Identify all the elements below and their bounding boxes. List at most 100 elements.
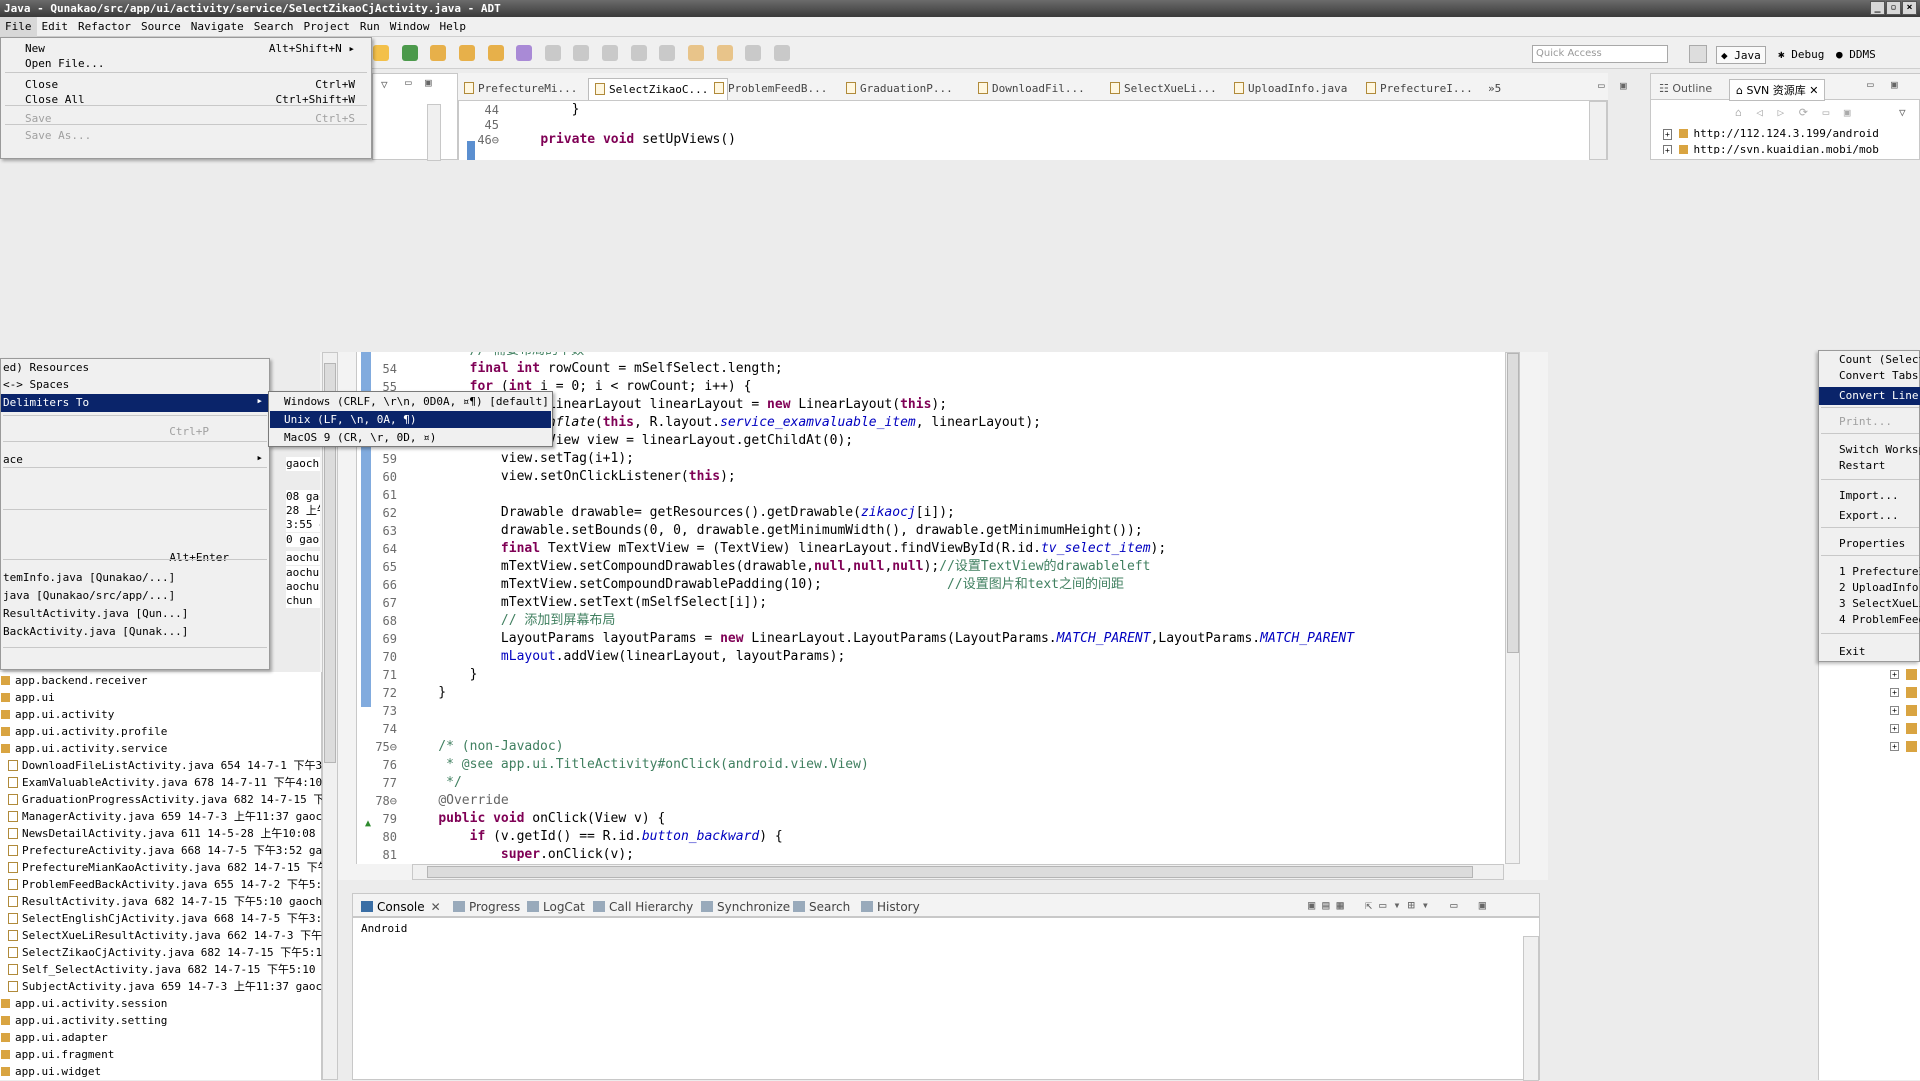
console-tab-console[interactable]: Console ✕ [361, 900, 441, 914]
package-item[interactable]: app.ui.activity.service [0, 740, 167, 757]
view-menu-icon[interactable]: ▽ [1899, 106, 1906, 119]
java-file-item[interactable]: SelectXueLiResultActivity.java 662 14-7-… [0, 927, 335, 944]
minimize-editor-icon[interactable]: ▭ [1598, 79, 1605, 92]
open-folder-icon[interactable] [430, 45, 447, 61]
java-file-item[interactable]: SelectZikaoCjActivity.java 682 14-7-15 下… [0, 944, 329, 961]
package-item[interactable]: app.ui [0, 689, 55, 706]
window-menu-item-5[interactable]: Restart [1819, 457, 1920, 475]
minimize-button[interactable]: _ [1870, 1, 1885, 15]
perspective-java[interactable]: ◆ Java [1716, 46, 1766, 64]
java-file-item[interactable]: ManagerActivity.java 659 14-7-3 上午11:37 … [0, 808, 329, 825]
menu-help[interactable]: Help [434, 17, 471, 37]
left-scrollbar[interactable] [427, 104, 441, 161]
close-tab-icon[interactable]: ✕ [431, 900, 441, 914]
refresh-icon[interactable] [401, 45, 418, 61]
close-window-button[interactable]: × [1902, 1, 1917, 15]
window-menu-item-1[interactable]: Convert Tabs [1819, 367, 1920, 385]
toggle-icon[interactable] [573, 45, 590, 61]
console-tab-logcat[interactable]: LogCat [527, 900, 585, 914]
menu-search[interactable]: Search [249, 17, 299, 37]
new-icon[interactable] [373, 45, 389, 61]
menu-edit[interactable]: Edit [37, 17, 74, 37]
context-menu-item-7[interactable]: java [Qunakao/src/app/...] [1, 587, 269, 605]
context-menu-item-0[interactable]: ed) Resources [1, 359, 269, 377]
folder-icon[interactable] [487, 45, 504, 61]
java-file-item[interactable]: PrefectureActivity.java 668 14-7-5 下午3:5… [0, 842, 329, 859]
file-menu-item-save[interactable]: Save Ctrl+S [25, 110, 365, 128]
window-menu-item-13[interactable]: Exit [1819, 643, 1920, 661]
context-menu-item-2[interactable]: Delimiters To [1, 394, 269, 412]
svn-repo-item[interactable]: + http://112.124.3.199/android [1663, 126, 1879, 142]
annotation-icon[interactable] [630, 45, 647, 61]
editor-tab-5[interactable]: SelectXueLi... [1110, 82, 1217, 100]
java-file-item[interactable]: NewsDetailActivity.java 611 14-5-28 上午10… [0, 825, 329, 842]
minimize-view-icon[interactable]: ▭ [405, 76, 412, 89]
menu-run[interactable]: Run [355, 17, 385, 37]
file-menu-item-save-as[interactable]: Save As... [25, 127, 365, 145]
menu-file[interactable]: File [0, 17, 37, 37]
editor-top-scrollbar[interactable] [1589, 101, 1607, 160]
window-menu-item-8[interactable]: Properties [1819, 535, 1920, 553]
menu-project[interactable]: Project [298, 17, 354, 37]
back-icon[interactable] [687, 45, 704, 61]
java-file-item[interactable]: ResultActivity.java 682 14-7-15 下午5:10 g… [0, 893, 329, 910]
forward-icon[interactable] [716, 45, 733, 61]
tree-scrollbar[interactable] [322, 352, 338, 1080]
window-menu-item-12[interactable]: 4 ProblemFeed [1819, 611, 1920, 629]
editor-tab-6[interactable]: UploadInfo.java [1234, 82, 1347, 100]
edit-icon[interactable] [516, 45, 533, 61]
minimize-view-icon[interactable]: ▭ [1867, 78, 1874, 91]
package-item[interactable]: app.ui.fragment [0, 1046, 114, 1063]
editor-tab-3[interactable]: GraduationP... [846, 82, 953, 100]
expand-icon[interactable]: + [1890, 670, 1899, 679]
editor-horizontal-scrollbar[interactable] [412, 864, 1504, 880]
console-tab-progress[interactable]: Progress [453, 900, 520, 914]
menu-window[interactable]: Window [385, 17, 435, 37]
window-menu-item-6[interactable]: Import... [1819, 487, 1920, 505]
package-item[interactable]: app.ui.widget [0, 1063, 101, 1080]
editor-tab-7[interactable]: PrefectureI... [1366, 82, 1473, 100]
open-perspective-icon[interactable] [1689, 45, 1707, 63]
context-menu-item-3[interactable]: Ctrl+P [1, 423, 269, 441]
context-menu-item-5[interactable]: Alt+Enter [1, 549, 269, 567]
console-tab-search[interactable]: Search [793, 900, 850, 914]
package-item[interactable]: app.backend.receiver [0, 672, 147, 689]
window-menu-item-2[interactable]: Convert Line [1819, 387, 1920, 405]
package-item[interactable]: app.ui.activity.session [0, 995, 167, 1012]
maximize-view-icon[interactable]: ▣ [1891, 78, 1898, 91]
redo-icon[interactable] [745, 45, 762, 61]
console-tab-call-hierarchy[interactable]: Call Hierarchy [593, 900, 693, 914]
menu-navigate[interactable]: Navigate [186, 17, 249, 37]
code-editor-top[interactable]: 44 } 45 46⊖ private void setUpViews() [458, 101, 1608, 160]
expand-icon[interactable]: + [1890, 706, 1899, 715]
expand-icon[interactable]: + [1890, 724, 1899, 733]
editor-tab-1[interactable]: SelectZikaoC...✕ [588, 78, 728, 100]
file-menu-item-open-file[interactable]: Open File... [25, 55, 365, 73]
java-file-item[interactable]: SubjectActivity.java 659 14-7-3 上午11:37 … [0, 978, 329, 995]
svn-repo-item[interactable]: + http://svn.kuaidian.mobi/mob [1663, 142, 1879, 154]
delimiter-option-0[interactable]: Windows (CRLF, \r\n, 0D0A, ¤¶) [default] [270, 393, 551, 410]
console-scrollbar[interactable] [1523, 936, 1539, 1081]
perspective-ddms[interactable]: ● DDMS [1832, 46, 1880, 64]
console-panel[interactable]: Android [352, 917, 1540, 1081]
menu-refactor[interactable]: Refactor [73, 17, 136, 37]
file-menu-item-close-all[interactable]: Close All Ctrl+Shift+W [25, 91, 365, 109]
perspective-debug[interactable]: ✱ Debug [1774, 46, 1828, 64]
console-toolbar[interactable]: ▣▤▦ ⇱▭▾⊞▾ ▭ ▣ [1308, 898, 1493, 912]
context-menu-item-8[interactable]: ResultActivity.java [Qun...] [1, 605, 269, 623]
tab-outline[interactable]: ☷ Outline [1659, 82, 1712, 95]
maximize-button[interactable]: ▫ [1886, 1, 1901, 15]
java-file-item[interactable]: DownloadFileListActivity.java 654 14-7-1… [0, 757, 335, 774]
window-menu-item-3[interactable]: Print... [1819, 413, 1920, 431]
window-menu-item-7[interactable]: Export... [1819, 507, 1920, 525]
delimiter-option-1[interactable]: Unix (LF, \n, 0A, ¶) [270, 411, 551, 428]
pin-icon[interactable] [544, 45, 561, 61]
java-file-item[interactable]: SelectEnglishCjActivity.java 668 14-7-5 … [0, 910, 335, 927]
editor-tab-2[interactable]: ProblemFeedB... [714, 82, 827, 100]
maximize-view-icon[interactable]: ▣ [425, 76, 432, 89]
package-item[interactable]: app.ui.adapter [0, 1029, 108, 1046]
console-tab-synchronize[interactable]: Synchronize [701, 900, 790, 914]
context-menu-item-1[interactable]: <-> Spaces [1, 376, 269, 394]
quick-access-input[interactable]: Quick Access [1532, 45, 1668, 63]
menu-source[interactable]: Source [136, 17, 186, 37]
